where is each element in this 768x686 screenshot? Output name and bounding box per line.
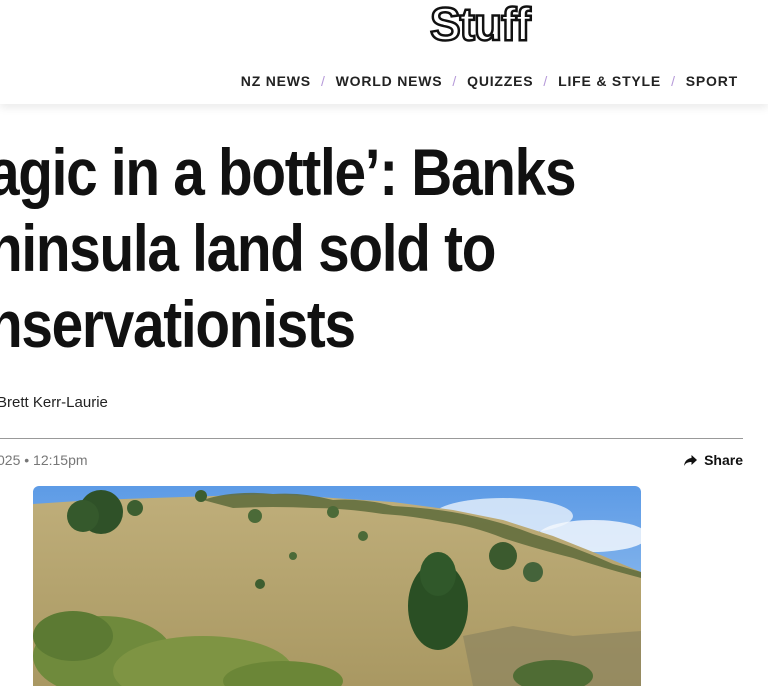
share-button[interactable]: Share <box>684 452 743 468</box>
nav-item-sport[interactable]: SPORT <box>686 73 738 89</box>
stuff-logo[interactable]: Stuff <box>429 0 532 50</box>
article-meta: 025 • 12:15pm Share <box>0 450 743 470</box>
headline-line: ninsula land sold to <box>0 211 496 285</box>
hero-image <box>33 486 641 686</box>
divider <box>0 438 743 439</box>
hillside-landscape-image <box>33 486 641 686</box>
headline-line: agic in a bottle’: Banks <box>0 135 577 209</box>
nav-item-nz-news[interactable]: NZ NEWS <box>241 73 311 89</box>
headline-line: nservationists <box>0 287 356 361</box>
site-header: Stuff NZ NEWS / WORLD NEWS / QUIZZES / L… <box>0 0 768 104</box>
publish-timestamp: 025 • 12:15pm <box>0 452 88 468</box>
nav-item-life-style[interactable]: LIFE & STYLE <box>558 73 661 89</box>
share-arrow-icon[interactable] <box>684 454 698 466</box>
nav-separator: / <box>671 73 676 89</box>
nav-separator: / <box>543 73 549 89</box>
nav-item-quizzes[interactable]: QUIZZES <box>467 73 533 89</box>
author-byline[interactable]: Brett Kerr-Laurie <box>0 394 108 411</box>
share-label[interactable]: Share <box>704 452 743 468</box>
article-headline: agic in a bottle’: Banks ninsula land so… <box>0 134 577 362</box>
nav-separator: / <box>452 73 458 89</box>
nav-separator: / <box>320 73 326 89</box>
logo-text[interactable]: Stuff <box>429 0 532 48</box>
main-nav: NZ NEWS / WORLD NEWS / QUIZZES / LIFE & … <box>241 73 738 89</box>
nav-item-world-news[interactable]: WORLD NEWS <box>336 73 443 89</box>
